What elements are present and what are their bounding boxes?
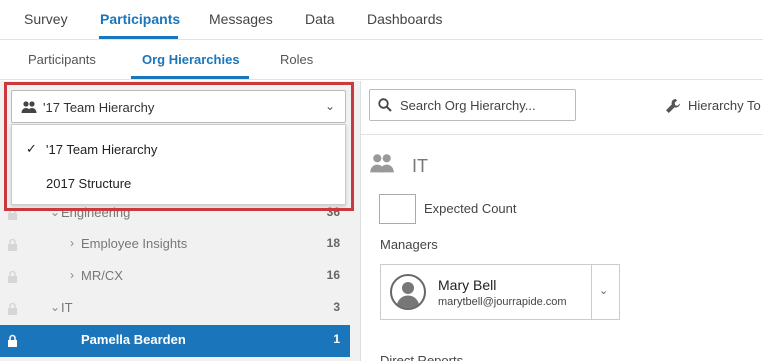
hierarchy-tools-label: Hierarchy To	[688, 98, 761, 113]
hierarchy-tools-button[interactable]: Hierarchy To	[665, 97, 763, 117]
dropdown-option-label: '17 Team Hierarchy	[46, 142, 158, 157]
wrench-icon	[665, 98, 681, 117]
lock-icon	[7, 302, 18, 315]
tree-label: Employee Insights	[81, 236, 188, 251]
tree-count: 1	[333, 332, 340, 346]
tree-row[interactable]: ⌄ IT 3	[0, 293, 350, 325]
tree-label: MR/CX	[81, 268, 123, 283]
tree-count: 16	[326, 268, 340, 282]
tree-row[interactable]: › Employee Insights 18	[0, 229, 350, 261]
chevron-down-icon: ⌄	[324, 99, 335, 113]
subtab-org-hierarchies[interactable]: Org Hierarchies	[142, 52, 240, 67]
avatar-icon	[390, 274, 426, 310]
chevron-down-icon[interactable]: ⌄	[599, 284, 608, 297]
hierarchy-tree-panel: ⌄ Engineering 36 › Employee Insights 18 …	[0, 81, 361, 361]
direct-reports-label: Direct Reports	[380, 353, 464, 361]
subtab-roles[interactable]: Roles	[280, 52, 313, 67]
active-subtab-indicator	[131, 76, 249, 79]
tab-data[interactable]: Data	[305, 11, 335, 27]
manager-email: marytbell@jourrapide.com	[438, 296, 567, 308]
divider	[361, 134, 763, 135]
chevron-right-icon[interactable]: ›	[70, 236, 74, 250]
lock-icon	[7, 334, 18, 347]
tree-label: IT	[61, 300, 73, 315]
divider	[591, 265, 592, 319]
dropdown-option[interactable]: 2017 Structure	[12, 167, 345, 199]
dropdown-option-label: 2017 Structure	[46, 176, 132, 191]
hierarchy-dropdown-menu: ✓ '17 Team Hierarchy 2017 Structure	[11, 124, 346, 205]
group-icon	[369, 152, 395, 177]
lock-icon	[7, 270, 18, 283]
tree-label: Pamella Bearden	[81, 332, 186, 347]
active-tab-indicator	[99, 36, 178, 39]
manager-name: Mary Bell	[438, 277, 497, 293]
manager-card[interactable]: Mary Bell marytbell@jourrapide.com ⌄	[380, 264, 620, 320]
sub-nav: Participants Org Hierarchies Roles	[0, 40, 763, 80]
tree-label: Engineering	[61, 205, 131, 220]
tree-count: 3	[333, 300, 340, 314]
unit-title: IT	[412, 156, 428, 176]
group-icon	[21, 100, 37, 117]
tree-row[interactable]: › MR/CX 16	[0, 261, 350, 293]
tab-messages[interactable]: Messages	[209, 11, 273, 27]
tree-count: 36	[326, 205, 340, 219]
lock-icon	[7, 207, 18, 220]
expected-count-field[interactable]	[379, 194, 416, 224]
hierarchy-select[interactable]: '17 Team Hierarchy ⌄	[11, 90, 346, 123]
chevron-down-icon[interactable]: ⌄	[50, 300, 60, 314]
lock-icon	[7, 238, 18, 251]
top-nav: Survey Participants Messages Data Dashbo…	[0, 0, 763, 40]
search-placeholder: Search Org Hierarchy...	[400, 98, 536, 113]
hierarchy-select-value: '17 Team Hierarchy	[43, 100, 155, 115]
tree-count: 18	[326, 236, 340, 250]
tab-survey[interactable]: Survey	[24, 11, 68, 27]
expected-count-label: Expected Count	[424, 201, 517, 216]
tab-dashboards[interactable]: Dashboards	[367, 11, 443, 27]
managers-label: Managers	[380, 237, 438, 252]
chevron-right-icon[interactable]: ›	[70, 268, 74, 282]
search-icon	[378, 98, 392, 115]
dropdown-option[interactable]: ✓ '17 Team Hierarchy	[12, 133, 345, 165]
tab-participants[interactable]: Participants	[100, 11, 180, 27]
check-icon: ✓	[26, 141, 37, 156]
search-input[interactable]: Search Org Hierarchy...	[369, 89, 576, 121]
tree-row-selected[interactable]: Pamella Bearden 1	[0, 325, 350, 357]
chevron-down-icon[interactable]: ⌄	[50, 205, 60, 219]
subtab-participants[interactable]: Participants	[28, 52, 96, 67]
